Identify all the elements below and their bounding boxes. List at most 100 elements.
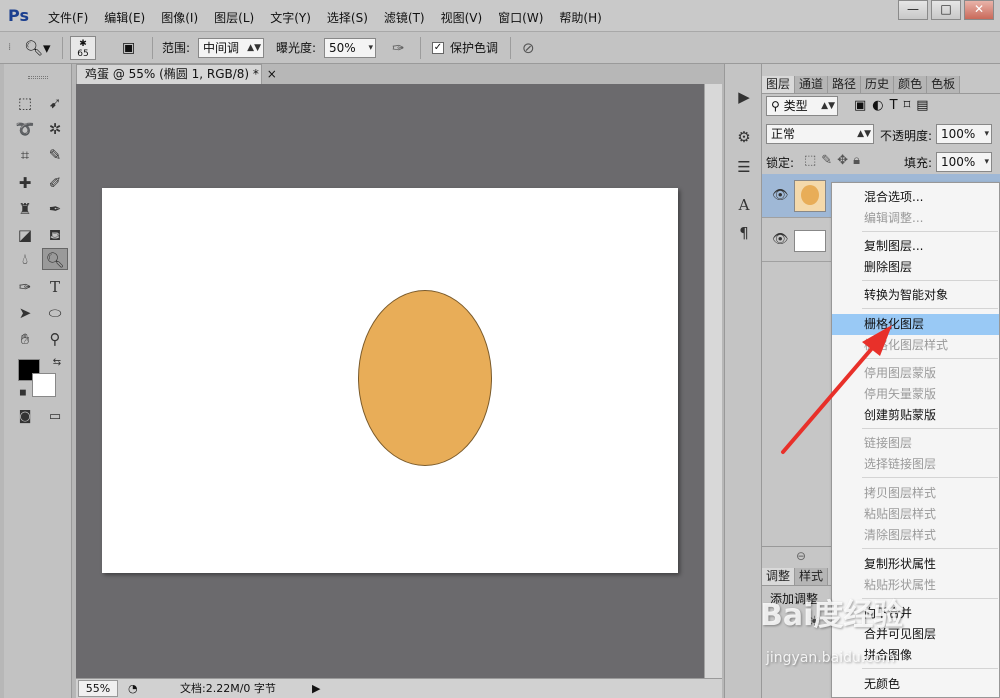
background-layer-thumbnail	[794, 230, 826, 252]
type-tool-icon[interactable]: T	[42, 276, 68, 298]
layers-panel-tabs: 图层 通道 路径 历史 颜色 色板	[762, 76, 1000, 94]
panel-dock: ▶ ⚙ ☰ A ¶	[724, 64, 762, 698]
swap-colors-icon[interactable]: ⇆	[44, 352, 70, 374]
tab-paths[interactable]: 路径	[828, 76, 862, 93]
close-tab-icon[interactable]: ×	[267, 67, 277, 81]
menu-window[interactable]: 窗口(W)	[498, 9, 543, 26]
baidu-watermark: Bai度经验	[760, 598, 904, 633]
menu-help[interactable]: 帮助(H)	[559, 9, 601, 26]
quick-mask-icon[interactable]: ◙	[12, 406, 38, 428]
exposure-label: 曝光度:	[276, 41, 317, 55]
options-bar: ⁞ 🔍︎▾ ✱ 65 ▣ 范围: 中间调 ▲▼ 曝光度: 50% ▾ ✑ ✓ 保护色…	[0, 32, 1000, 64]
character-panel-icon[interactable]: A	[733, 194, 755, 216]
screen-mode-icon[interactable]: ▭	[42, 406, 68, 428]
status-menu-arrow-icon[interactable]: ▶	[312, 679, 320, 698]
close-button[interactable]: ✕	[964, 0, 994, 20]
blur-tool-icon[interactable]: 💧︎	[12, 248, 38, 270]
menu-paste-layer-style: 粘贴图层样式	[864, 507, 937, 521]
menu-copy-layer-style: 拷贝图层样式	[864, 486, 937, 500]
hand-tool-icon[interactable]: ✋︎	[12, 328, 38, 350]
tab-adjustments[interactable]: 调整	[762, 568, 796, 585]
range-select[interactable]: 中间调 ▲▼	[198, 38, 264, 58]
tab-color[interactable]: 颜色	[894, 76, 928, 93]
egg-ellipse-shape[interactable]	[358, 290, 492, 466]
clone-stamp-icon[interactable]: ♜	[12, 198, 38, 220]
document-title: 鸡蛋 @ 55% (椭圆 1, RGB/8) *	[85, 67, 259, 81]
fill-label: 填充:	[904, 156, 933, 170]
tab-layers[interactable]: 图层	[762, 76, 796, 93]
paragraph-panel-icon[interactable]: ¶	[733, 222, 755, 244]
menu-bar: Ps 文件(F) 编辑(E) 图像(I) 图层(L) 文字(Y) 选择(S) 滤…	[0, 0, 1000, 32]
menu-type[interactable]: 文字(Y)	[270, 9, 311, 26]
menu-image[interactable]: 图像(I)	[161, 9, 198, 26]
menu-no-color[interactable]: 无颜色	[832, 674, 999, 695]
play-actions-icon[interactable]: ▶	[733, 86, 755, 108]
ellipse-tool-icon[interactable]: ⬭	[42, 302, 68, 324]
menu-blending-options[interactable]: 混合选项...	[832, 187, 999, 208]
eyedropper-icon[interactable]: ✎	[42, 144, 68, 166]
paint-bucket-icon[interactable]: ⛾	[42, 224, 68, 246]
adjust-sliders-icon[interactable]: ☰	[733, 156, 755, 178]
zoom-tool-icon[interactable]: ⚲	[42, 328, 68, 350]
tab-styles[interactable]: 样式	[795, 568, 829, 585]
visibility-eye-icon[interactable]: 👁︎	[772, 188, 789, 203]
zoom-field[interactable]: 55%	[78, 680, 118, 697]
tab-history[interactable]: 历史	[861, 76, 895, 93]
document-tab[interactable]: 鸡蛋 @ 55% (椭圆 1, RGB/8) * ×	[76, 64, 277, 84]
menu-layer[interactable]: 图层(L)	[214, 9, 254, 26]
airbrush-icon[interactable]: ✑	[392, 38, 405, 58]
menu-edit[interactable]: 编辑(E)	[104, 9, 145, 26]
brush-tool-icon[interactable]: ✐	[42, 172, 68, 194]
protect-tones-checkbox[interactable]: ✓	[432, 42, 444, 54]
exposure-field[interactable]: 50% ▾	[324, 38, 376, 58]
magic-wand-icon[interactable]: ✲	[42, 118, 68, 140]
blend-mode-select[interactable]: 正常 ▲▼	[766, 124, 874, 144]
marquee-tool-icon[interactable]: ⬚	[12, 92, 38, 114]
brush-size-picker[interactable]: ✱ 65	[70, 36, 96, 60]
menu-copy-shape-attributes[interactable]: 复制形状属性	[832, 554, 999, 575]
fill-field[interactable]: 100% ▾	[936, 152, 992, 172]
pen-tool-icon[interactable]: ✑	[12, 276, 38, 298]
eraser-icon[interactable]: ◪	[12, 224, 38, 246]
menu-create-clipping-mask[interactable]: 创建剪贴蒙版	[832, 405, 999, 426]
vertical-scrollbar[interactable]	[704, 84, 722, 678]
blend-mode-value: 正常	[771, 127, 796, 141]
path-select-icon[interactable]: ➤	[12, 302, 38, 324]
history-brush-icon[interactable]: ✒	[42, 198, 68, 220]
opacity-field[interactable]: 100% ▾	[936, 124, 992, 144]
minimize-button[interactable]: —	[898, 0, 928, 20]
sponge-tool-icon[interactable]: 🔍︎	[42, 248, 68, 270]
healing-brush-icon[interactable]: ✚	[12, 172, 38, 194]
menu-edit-adjustment: 编辑调整...	[864, 211, 924, 225]
menu-view[interactable]: 视图(V)	[441, 9, 483, 26]
pressure-icon[interactable]: ⊘	[522, 38, 535, 58]
tab-swatches[interactable]: 色板	[927, 76, 961, 93]
menu-rasterize-layer-style: 栅格化图层样式	[864, 338, 949, 352]
menu-duplicate-layer[interactable]: 复制图层...	[832, 236, 999, 257]
menu-select[interactable]: 选择(S)	[327, 9, 368, 26]
menu-delete-layer[interactable]: 删除图层	[832, 257, 999, 278]
default-colors-icon[interactable]: ◼	[10, 382, 36, 404]
menu-convert-smart-object[interactable]: 转换为智能对象	[832, 285, 999, 306]
menu-filter[interactable]: 滤镜(T)	[384, 9, 425, 26]
layer-filter-select[interactable]: ⚲ 类型 ▲▼	[766, 96, 838, 116]
lock-icons[interactable]: ⬚✎✥🔒︎	[804, 153, 865, 168]
lasso-tool-icon[interactable]: ➰	[12, 118, 38, 140]
tab-channels[interactable]: 通道	[795, 76, 829, 93]
tools-panel: ⬚ ➹ ➰ ✲ ⌗ ✎ ✚ ✐ ♜ ✒ ◪ ⛾ 💧︎ 🔍︎ ✑ T ➤ ⬭ ✋︎…	[4, 64, 72, 698]
status-info-icon[interactable]: ◔	[128, 679, 138, 698]
menu-items: 文件(F) 编辑(E) 图像(I) 图层(L) 文字(Y) 选择(S) 滤镜(T…	[48, 9, 618, 26]
brush-panel-icon[interactable]: ▣	[122, 38, 135, 58]
menu-file[interactable]: 文件(F)	[48, 9, 88, 26]
tool-presets-icon[interactable]: ⚙	[733, 126, 755, 148]
ellipse-thumb-icon	[801, 185, 819, 205]
move-tool-icon[interactable]: ➹	[42, 92, 68, 114]
canvas[interactable]	[102, 188, 678, 573]
maximize-button[interactable]: □	[931, 0, 961, 20]
protect-tones-label: 保护色调	[450, 41, 499, 55]
visibility-eye-icon[interactable]: 👁︎	[772, 232, 789, 247]
crop-tool-icon[interactable]: ⌗	[12, 144, 38, 166]
menu-rasterize-layer[interactable]: 栅格化图层	[832, 314, 999, 335]
sponge-tool-preset-icon[interactable]: 🔍︎▾	[24, 38, 51, 58]
layer-filter-icons[interactable]: ▣◐T⌑▤	[854, 98, 935, 113]
